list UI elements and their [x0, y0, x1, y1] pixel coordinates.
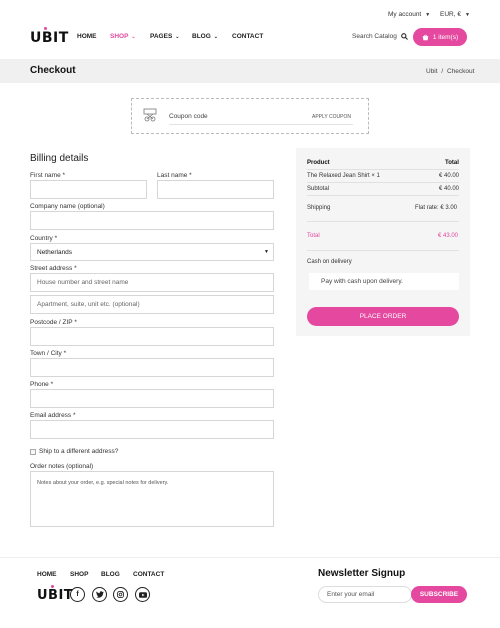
- city-label: Town / City *: [30, 350, 67, 357]
- breadcrumb-current: Checkout: [447, 68, 475, 75]
- page-title: Checkout: [30, 65, 76, 76]
- total-label: Total: [307, 233, 320, 239]
- chevron-down-icon: ⌄: [213, 34, 218, 40]
- footer-contact[interactable]: CONTACT: [133, 571, 164, 578]
- coupon-icon: [143, 108, 157, 122]
- subtotal-value: € 40.00: [439, 186, 460, 192]
- last-name-label: Last name *: [157, 172, 192, 179]
- footer-divider: [0, 557, 500, 558]
- divider: [307, 221, 459, 222]
- nav-pages[interactable]: PAGES ⌄: [150, 33, 179, 40]
- col-product: Product: [307, 160, 330, 166]
- twitter-icon[interactable]: [92, 587, 107, 602]
- total-value: € 43.00: [438, 233, 459, 239]
- subscribe-button[interactable]: SUBSCRIBE: [411, 586, 467, 603]
- shipping-value: Flat rate: € 3.00: [415, 205, 458, 211]
- place-order-button[interactable]: PLACE ORDER: [307, 307, 459, 326]
- first-name-field[interactable]: [30, 180, 147, 199]
- divider: [307, 250, 459, 251]
- site-logo[interactable]: UBIT: [30, 27, 69, 46]
- cart-icon: [422, 34, 429, 40]
- phone-label: Phone *: [30, 381, 54, 388]
- newsletter-title: Newsletter Signup: [318, 568, 406, 579]
- city-field[interactable]: [30, 358, 274, 377]
- youtube-icon[interactable]: [135, 587, 150, 602]
- search-catalog[interactable]: Search Catalog: [352, 33, 408, 40]
- search-icon: [400, 33, 408, 40]
- facebook-icon[interactable]: f: [70, 587, 85, 602]
- last-name-field[interactable]: [157, 180, 274, 199]
- postcode-label: Postcode / ZIP *: [30, 319, 77, 326]
- chevron-down-icon: ⌄: [175, 34, 180, 40]
- payment-description: Pay with cash upon delivery.: [309, 273, 459, 290]
- postcode-field[interactable]: [30, 327, 274, 346]
- twitter-glyph: [95, 591, 104, 598]
- country-value: Netherlands: [37, 248, 73, 256]
- coupon-input[interactable]: Coupon code: [169, 113, 208, 120]
- phone-field[interactable]: [30, 389, 274, 408]
- email-label: Email address *: [30, 412, 76, 419]
- nav-contact[interactable]: CONTACT: [232, 33, 263, 40]
- shipping-label: Shipping: [307, 205, 331, 211]
- ship-different-checkbox[interactable]: [30, 449, 36, 455]
- chevron-down-icon: ▼: [464, 12, 470, 18]
- instagram-glyph: [117, 591, 124, 598]
- newsletter-email-input[interactable]: Enter your email: [318, 586, 412, 603]
- ship-different-label[interactable]: Ship to a different address?: [39, 448, 118, 455]
- order-item-total: € 40.00: [439, 173, 460, 179]
- logo-dot: [44, 27, 47, 30]
- breadcrumb-home[interactable]: Ubit: [426, 68, 438, 75]
- footer-shop[interactable]: SHOP: [70, 571, 88, 578]
- logo-dot: [51, 585, 54, 588]
- footer-logo[interactable]: UBIT: [37, 585, 73, 603]
- email-field[interactable]: [30, 420, 274, 439]
- divider: [307, 195, 459, 196]
- country-label: Country *: [30, 235, 58, 242]
- order-notes-label: Order notes (optional): [30, 463, 94, 470]
- subtotal-label: Subtotal: [307, 186, 330, 192]
- col-total: Total: [445, 160, 459, 166]
- youtube-glyph: [138, 591, 147, 598]
- chevron-down-icon: ▼: [425, 12, 431, 18]
- country-select[interactable]: Netherlands ▼: [30, 243, 274, 261]
- street2-field[interactable]: Apartment, suite, unit etc. (optional): [30, 295, 274, 314]
- street-label: Street address *: [30, 265, 77, 272]
- divider: [307, 169, 459, 170]
- footer-blog[interactable]: BLOG: [101, 571, 120, 578]
- footer-home[interactable]: HOME: [37, 571, 57, 578]
- order-item-name: The Relaxed Jean Shirt × 1: [307, 173, 380, 179]
- coupon-underline: [169, 124, 353, 125]
- company-label: Company name (optional): [30, 203, 105, 210]
- street-field[interactable]: House number and street name: [30, 273, 274, 292]
- cart-button[interactable]: 1 item(s): [413, 28, 467, 46]
- dropdown-arrow-icon: ▼: [264, 249, 269, 255]
- company-field[interactable]: [30, 211, 274, 230]
- billing-title: Billing details: [30, 153, 89, 164]
- nav-blog[interactable]: BLOG ⌄: [192, 33, 218, 40]
- currency-selector[interactable]: EUR, € ▼: [440, 11, 470, 18]
- payment-method-label[interactable]: Cash on delivery: [307, 259, 352, 265]
- first-name-label: First name *: [30, 172, 66, 179]
- nav-shop[interactable]: SHOP ⌄: [110, 33, 136, 40]
- breadcrumb: Ubit / Checkout: [426, 68, 475, 75]
- instagram-icon[interactable]: [113, 587, 128, 602]
- divider: [307, 182, 459, 183]
- nav-home[interactable]: HOME: [77, 33, 97, 40]
- chevron-down-icon: ⌄: [131, 34, 136, 40]
- order-notes-textarea[interactable]: Notes about your order, e.g. special not…: [30, 471, 274, 527]
- apply-coupon-button[interactable]: APPLY COUPON: [312, 114, 351, 120]
- my-account-link[interactable]: My account ▼: [388, 11, 430, 18]
